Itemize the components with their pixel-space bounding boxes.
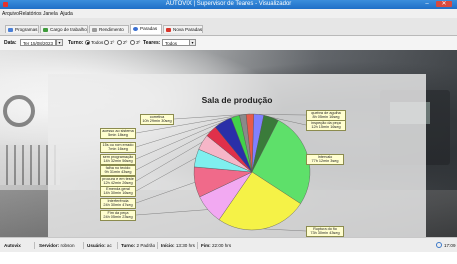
status-separator — [117, 242, 118, 249]
callout-duration: 5min 18seg — [108, 133, 128, 138]
callout-duration: 77h 12min 3seg — [311, 159, 339, 164]
tab-nova-paradas[interactable]: Nova Paradas — [163, 25, 203, 33]
slice-callout: Emenda geral 14h 30min 16seg — [100, 186, 136, 197]
minimize-button[interactable]: – — [422, 1, 432, 7]
slice-callout: falha no tecido 9h 31min 43seg — [100, 165, 136, 176]
slice-callout: sem programação 14h 32min 56seg — [100, 154, 136, 165]
status-separator — [83, 242, 84, 249]
tab-bar: Programas Cargo de trabalho Rendimento P… — [0, 18, 457, 36]
looms-select[interactable]: Todos — [162, 39, 190, 46]
status-server: Servidor: robson — [39, 243, 75, 248]
callout-leader-line — [263, 228, 307, 232]
looms-dropdown-button[interactable]: ▾ — [189, 39, 196, 46]
callout-leader-line — [258, 114, 307, 116]
callout-duration: 24h 30min 47seg — [103, 203, 133, 208]
slice-callout: corretiva 10h 29min 30seg — [140, 114, 174, 125]
window-title: AUTOVIX | Supervisor de Teares - Visuali… — [165, 1, 292, 7]
callout-duration: 12h 42min 26seg — [103, 181, 133, 186]
status-start: Início: 13:30 hrs — [161, 243, 195, 248]
slice-callout: inspeção da peça 12h 15min 16seg — [306, 120, 346, 131]
chart-icon — [92, 28, 97, 32]
pie-icon — [133, 27, 138, 31]
slice-callout: procura e em teste 12h 42min 26seg — [100, 176, 136, 187]
production-photo-background: Sala de produção quebra de agulha 8h 05mi… — [0, 50, 457, 237]
tab-programas[interactable]: Programas — [5, 25, 39, 33]
callout-leader-line — [135, 182, 195, 204]
workload-icon — [43, 28, 48, 32]
tab-cargo-trabalho[interactable]: Cargo de trabalho — [40, 25, 88, 33]
shift-option-label: 2º — [123, 40, 128, 45]
tab-label: Programas — [15, 27, 38, 32]
calendar-dropdown-button[interactable]: ▾ — [56, 39, 63, 46]
callout-leader-line — [135, 209, 208, 216]
slice-callout: Intervalo 77h 12min 3seg — [306, 154, 344, 165]
slice-callout: Fim da peça 24h 05min 23seg — [100, 210, 136, 221]
tab-rendimento[interactable]: Rendimento — [89, 25, 129, 33]
title-bar: AUTOVIX | Supervisor de Teares - Visuali… — [0, 0, 457, 9]
callout-duration: 24h 05min 23seg — [103, 215, 133, 220]
menu-janela[interactable]: Janela — [43, 11, 58, 17]
menu-ajuda[interactable]: Ajuda — [60, 11, 73, 17]
status-clock: 17:09 — [444, 243, 456, 248]
callout-duration: 73h 30min 43seg — [310, 231, 340, 236]
callout-duration: 7min 16seg — [108, 147, 128, 152]
programs-icon — [8, 28, 13, 32]
menu-relatorios[interactable]: Relatórios — [19, 11, 42, 17]
shift-option-label: 3º — [136, 40, 141, 45]
clock-icon — [436, 242, 442, 248]
shift-radio-todos[interactable] — [85, 40, 90, 45]
callout-leader-line — [135, 157, 196, 192]
shift-option-label: Todos — [91, 40, 104, 45]
status-end: Fim: 22:00 hrs — [201, 243, 232, 248]
slice-callout: 15s ou rom errado 7min 16seg — [100, 142, 136, 153]
callout-duration: 10h 29min 30seg — [142, 119, 172, 124]
looms-label: Teares: — [143, 40, 161, 46]
callout-duration: 14h 30min 16seg — [103, 191, 133, 196]
slice-callout: Interferência 24h 30min 47seg — [100, 198, 136, 209]
slice-callout: acesso ao sistema 5min 18seg — [100, 128, 136, 139]
shift-option-label: 1º — [110, 40, 115, 45]
tab-label: Rendimento — [99, 27, 124, 32]
shift-radio-1[interactable] — [104, 40, 109, 45]
status-bar: Autovix Servidor: robson Usuário: ac Tur… — [0, 237, 457, 253]
tab-label: Paradas — [140, 26, 158, 31]
callout-duration: 12h 15min 16seg — [311, 125, 341, 130]
bar-chart-icon — [166, 28, 171, 32]
chart-panel: Sala de produção quebra de agulha 8h 05mi… — [48, 74, 426, 237]
menu-bar: Arquivo Relatórios Janela Ajuda — [0, 9, 457, 18]
shift-radio-3[interactable] — [130, 40, 135, 45]
slice-callout: Ruptura do fio 73h 30min 43seg — [306, 226, 344, 237]
shift-label: Turno: — [68, 40, 84, 46]
status-app-name: Autovix — [4, 243, 21, 248]
footer-blank — [0, 252, 457, 264]
status-user: Usuário: ac — [87, 243, 112, 248]
tab-paradas[interactable]: Paradas — [130, 24, 162, 34]
close-button[interactable]: ✕ — [436, 1, 452, 7]
filter-bar: Data: Ter 15/08/2023 ▾ Turno: Todos 1º 2… — [0, 36, 457, 51]
shift-radio-2[interactable] — [117, 40, 122, 45]
status-separator — [34, 242, 35, 249]
status-separator — [197, 242, 198, 249]
callout-leader-line — [135, 141, 203, 182]
status-separator — [157, 242, 158, 249]
date-field[interactable]: Ter 15/08/2023 — [20, 39, 56, 46]
menu-arquivo[interactable]: Arquivo — [2, 11, 19, 17]
callout-duration: 14h 32min 56seg — [103, 159, 133, 164]
tab-label: Nova Paradas — [173, 27, 203, 32]
date-label: Data: — [4, 40, 17, 46]
tab-label: Cargo de trabalho — [50, 27, 87, 32]
callout-duration: 9h 31min 43seg — [104, 170, 132, 175]
status-shift: Turno: 2 Padrão — [121, 243, 156, 248]
